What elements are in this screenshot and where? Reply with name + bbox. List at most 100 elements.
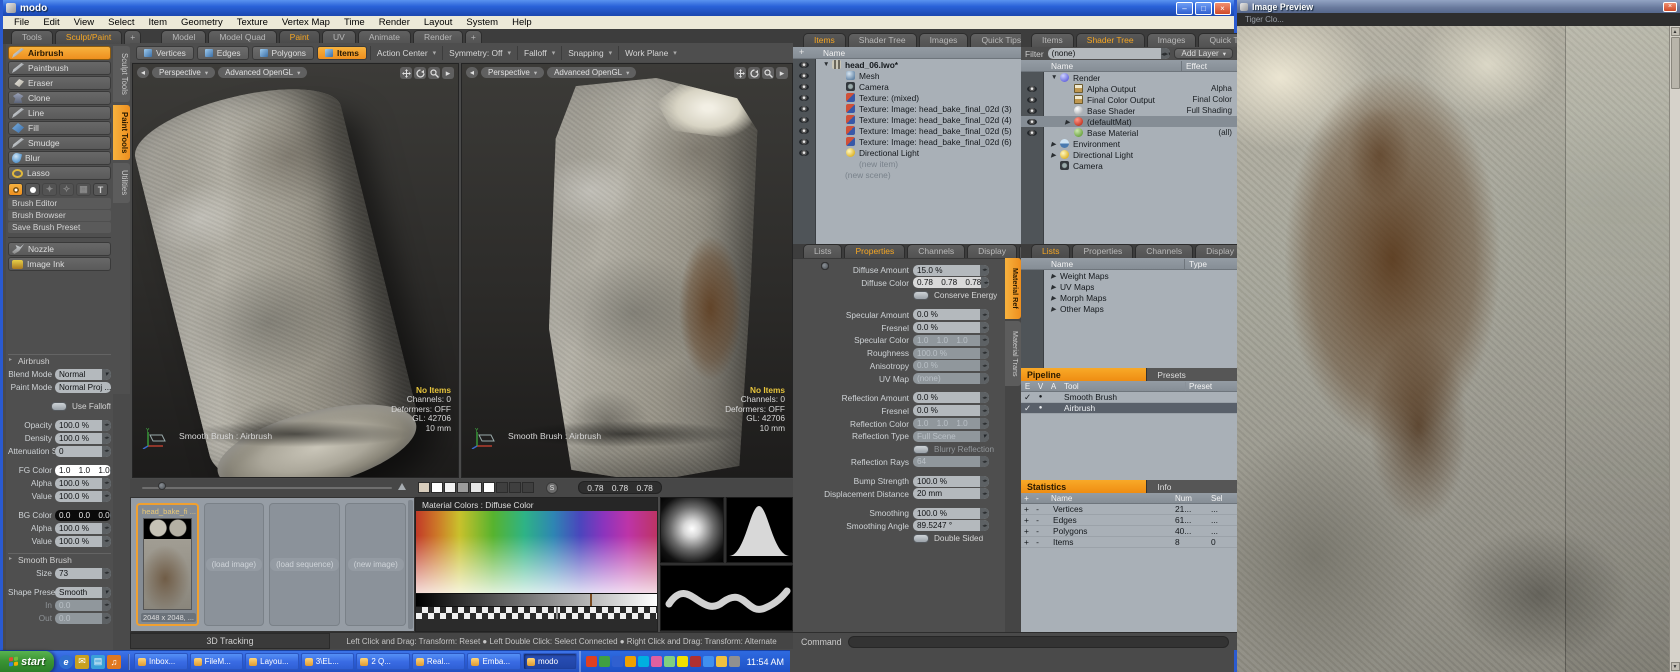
stepper-icon[interactable] <box>981 277 989 288</box>
stepper-icon[interactable] <box>102 587 111 598</box>
paint-tool-button[interactable]: Eraser <box>8 76 111 90</box>
zoom-icon[interactable] <box>428 67 440 79</box>
property-field[interactable]: 100.0 % <box>55 491 111 502</box>
layout-tab[interactable]: Animate <box>358 30 411 44</box>
tray-icon[interactable] <box>677 656 688 667</box>
stepper-icon[interactable] <box>980 348 989 359</box>
property-field[interactable]: 1.0 1.0 1.0 <box>55 465 111 476</box>
stepper-icon[interactable] <box>980 265 989 276</box>
layout-tab[interactable]: UV <box>322 30 356 44</box>
name-column-header[interactable]: Name <box>1051 61 1073 71</box>
item-tree-row[interactable]: Texture: Image: head_bake_final_02d (6) <box>793 136 1021 147</box>
tray-icon[interactable] <box>586 656 597 667</box>
shader-tree-row[interactable]: Camera <box>1021 160 1237 171</box>
brush-tip-procedural[interactable]: ✦ <box>42 183 57 196</box>
media-player-icon[interactable]: ♫ <box>107 655 121 669</box>
scroll-up-icon[interactable]: ▲ <box>1671 27 1680 36</box>
stepper-icon[interactable] <box>980 322 989 333</box>
visibility-eye-icon[interactable] <box>1027 108 1037 115</box>
property-value[interactable]: Smooth <box>55 588 102 597</box>
hue-saturation-gradient[interactable] <box>416 511 657 593</box>
menu-item[interactable]: Geometry <box>174 17 230 28</box>
color-swatch[interactable] <box>431 482 443 493</box>
panel-tab[interactable]: Channels <box>1135 244 1193 258</box>
filter-dropdown[interactable]: (none)▾ <box>1048 48 1171 59</box>
color-swatch[interactable] <box>522 482 534 493</box>
checkbox[interactable] <box>913 445 929 454</box>
shader-tree-row[interactable]: Render <box>1021 72 1237 83</box>
pan-icon[interactable] <box>734 67 746 79</box>
menu-item[interactable]: Layout <box>417 17 460 28</box>
property-field[interactable]: (none) <box>913 373 989 384</box>
property-field[interactable]: 20 mm <box>913 488 989 499</box>
view-type-dropdown[interactable]: Perspective <box>152 67 215 78</box>
stepper-icon[interactable] <box>980 418 989 429</box>
property-value[interactable]: 100.0 % <box>55 537 102 546</box>
property-value[interactable]: 0.0 <box>55 601 102 610</box>
clip-tile[interactable]: head_bake_fi ... 2048 x 2048, ... <box>136 503 199 626</box>
layout-tab[interactable]: Render <box>413 30 463 44</box>
property-field[interactable]: 0.0 <box>55 613 111 624</box>
checkbox[interactable] <box>913 291 929 300</box>
expand-all-header[interactable]: + <box>1021 494 1032 503</box>
panel-tab[interactable]: Shader Tree <box>1076 33 1145 47</box>
property-field[interactable]: Conserve Energy <box>913 290 997 301</box>
brush-tip-preview[interactable] <box>660 497 724 563</box>
property-value[interactable]: (none) <box>913 374 980 383</box>
command-input[interactable] <box>848 636 1229 648</box>
stepper-icon[interactable] <box>980 309 989 320</box>
shading-mode-dropdown[interactable]: Advanced OpenGL <box>218 67 307 78</box>
channel-knob-icon[interactable] <box>821 262 829 270</box>
pipeline-title[interactable]: Pipeline <box>1021 368 1146 381</box>
collapse-cell[interactable]: - <box>1032 515 1043 525</box>
item-tree-row[interactable]: (new scene) <box>793 169 1021 180</box>
paint-tool-button[interactable]: Airbrush <box>8 46 111 60</box>
add-item-icon[interactable]: + <box>799 47 804 57</box>
property-field[interactable]: 100.0 % <box>55 433 111 444</box>
pipeline-row[interactable]: ✓ ● Smooth Brush <box>1021 392 1237 403</box>
stepper-icon[interactable] <box>110 465 111 476</box>
add-layer-button[interactable]: Add Layer <box>1174 48 1233 59</box>
visibility-eye-icon[interactable] <box>799 62 809 69</box>
item-tree-row[interactable]: Texture: Image: head_bake_final_02d (5) <box>793 125 1021 136</box>
pipeline-row[interactable]: ✓ ● Airbrush <box>1021 403 1237 414</box>
tray-icon[interactable] <box>729 656 740 667</box>
property-field[interactable]: 0.0 % <box>913 322 989 333</box>
sidebar-vertical-tab[interactable]: Sculpt Tools <box>113 46 130 102</box>
mail-icon[interactable]: ✉ <box>75 655 89 669</box>
property-value[interactable]: 0.0 % <box>913 310 980 319</box>
show-desktop-icon[interactable]: ▤ <box>91 655 105 669</box>
property-value[interactable]: 100.0 % <box>913 349 980 358</box>
panel-tab[interactable]: Lists <box>803 244 842 258</box>
property-value[interactable]: 0.78 0.78 0.78 <box>913 278 981 287</box>
property-field[interactable]: 100.0 % <box>913 476 989 487</box>
stepper-icon[interactable] <box>980 431 989 442</box>
statistics-title[interactable]: Statistics <box>1021 480 1146 493</box>
layer-effect[interactable]: Alpha <box>1211 84 1232 93</box>
property-field[interactable]: 89.5247 ° <box>913 520 989 531</box>
color-value-display[interactable]: 0.78 0.78 0.78 <box>578 481 662 494</box>
property-value[interactable]: 20 mm <box>913 489 980 498</box>
alpha-checker-strip[interactable] <box>416 606 657 619</box>
toolbar-dropdown[interactable]: Symmetry: Off <box>442 46 517 60</box>
expander-icon[interactable] <box>1051 74 1060 81</box>
clip-tile[interactable]: (load sequence) <box>269 503 340 626</box>
stepper-icon[interactable] <box>102 536 111 547</box>
property-field[interactable]: 15.0 % <box>913 265 989 276</box>
layer-effect[interactable]: Full Shading <box>1186 106 1232 115</box>
tray-icon[interactable] <box>651 656 662 667</box>
browser-scrollbar[interactable] <box>408 500 413 629</box>
paint-tool-button[interactable]: Fill <box>8 121 111 135</box>
menu-item[interactable]: View <box>67 17 101 28</box>
brush-link-button[interactable]: Save Brush Preset <box>8 222 111 233</box>
toolbar-dropdown[interactable]: Falloff <box>517 46 561 60</box>
tray-icon[interactable] <box>599 656 610 667</box>
expander-icon[interactable] <box>1051 272 1060 280</box>
property-value[interactable]: 1.0 1.0 1.0 <box>913 336 980 345</box>
statistics-row[interactable]: + - Polygons 40... ... <box>1021 526 1237 537</box>
zoom-icon[interactable] <box>762 67 774 79</box>
taskbar-window-button[interactable]: Emba... <box>467 653 521 670</box>
property-field[interactable]: Full Scene <box>913 431 989 442</box>
stepper-icon[interactable] <box>102 446 111 457</box>
paint-tool-button[interactable]: Clone <box>8 91 111 105</box>
